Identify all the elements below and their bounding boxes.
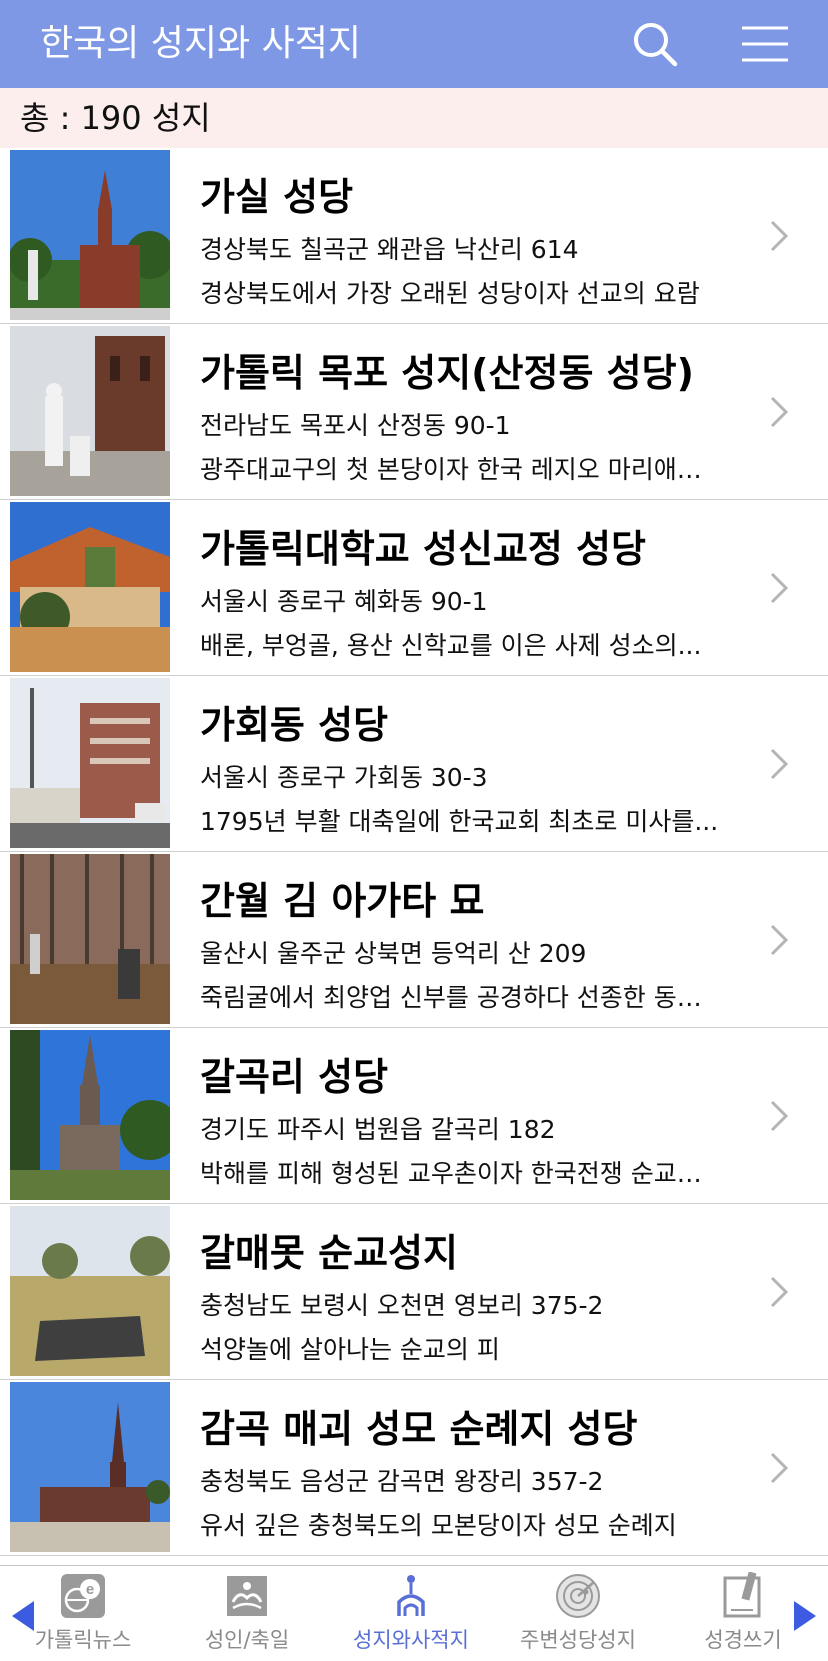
site-description: 경상북도에서 가장 오래된 성당이자 선교의 요람 bbox=[200, 279, 700, 308]
chevron-right-icon bbox=[770, 748, 789, 780]
site-thumbnail bbox=[10, 678, 170, 848]
site-address: 서울시 종로구 가회동 30-3 bbox=[200, 763, 488, 792]
site-description: 유서 깊은 충청북도의 모본당이자 성모 순례지 bbox=[200, 1511, 677, 1540]
site-name: 감곡 매괴 성모 순례지 성당 bbox=[200, 1407, 638, 1451]
site-thumbnail bbox=[10, 502, 170, 672]
site-address: 서울시 종로구 혜화동 90-1 bbox=[200, 587, 488, 616]
chevron-right-icon bbox=[770, 1100, 789, 1132]
tab-label: 성인/축일 bbox=[204, 1628, 290, 1652]
search-icon bbox=[634, 23, 678, 67]
site-description: 배론, 부엉골, 용산 신학교를 이은 사제 성소의... bbox=[200, 631, 702, 660]
app-root: 한국의 성지와 사적지 총 : 190 성지 가실 성당 경상북도 칠곡군 왜관… bbox=[0, 0, 828, 1661]
count-bar: 총 : 190 성지 bbox=[0, 88, 828, 148]
site-name: 간월 김 아가타 묘 bbox=[200, 879, 485, 923]
hamburger-menu-icon bbox=[742, 26, 788, 62]
list-item[interactable]: 감곡 매괴 성모 순례지 성당 충청북도 음성군 감곡면 왕장리 357-2 유… bbox=[0, 1380, 828, 1556]
site-name: 가톨릭대학교 성신교정 성당 bbox=[200, 527, 646, 571]
site-thumbnail bbox=[10, 854, 170, 1024]
list-item[interactable]: 가톨릭 목포 성지(산정동 성당) 전라남도 목포시 산정동 90-1 광주대교… bbox=[0, 324, 828, 500]
site-count-label: 총 : 190 성지 bbox=[20, 99, 211, 137]
site-thumbnail bbox=[10, 150, 170, 320]
search-button[interactable] bbox=[625, 14, 685, 74]
site-list[interactable]: 가실 성당 경상북도 칠곡군 왜관읍 낙산리 614 경상북도에서 가장 오래된… bbox=[0, 148, 828, 1565]
list-item[interactable]: 가톨릭대학교 성신교정 성당 서울시 종로구 혜화동 90-1 배론, 부엉골,… bbox=[0, 500, 828, 676]
site-address: 충청북도 음성군 감곡면 왕장리 357-2 bbox=[200, 1467, 604, 1496]
tab-label: 주변성당성지 bbox=[520, 1628, 636, 1652]
list-item[interactable]: 가회동 성당 서울시 종로구 가회동 30-3 1795년 부활 대축일에 한국… bbox=[0, 676, 828, 852]
scroll-right-arrow-icon[interactable] bbox=[792, 1599, 818, 1633]
chevron-right-icon bbox=[770, 924, 789, 956]
tab-nearby-churches[interactable]: 주변성당성지 bbox=[503, 1572, 653, 1660]
radar-icon bbox=[556, 1574, 600, 1618]
site-address: 충청남도 보령시 오천면 영보리 375-2 bbox=[200, 1291, 604, 1320]
site-name: 갈매못 순교성지 bbox=[200, 1231, 458, 1275]
bible-writing-icon bbox=[723, 1572, 761, 1618]
site-thumbnail bbox=[10, 1382, 170, 1552]
site-thumbnail bbox=[10, 1206, 170, 1376]
holy-site-icon bbox=[397, 1575, 425, 1616]
menu-button[interactable] bbox=[735, 14, 795, 74]
site-description: 광주대교구의 첫 본당이자 한국 레지오 마리애… bbox=[200, 455, 702, 484]
tab-holy-sites[interactable]: 성지와사적지 bbox=[336, 1572, 486, 1660]
site-description: 박해를 피해 형성된 교우촌이자 한국전쟁 순교… bbox=[200, 1159, 702, 1188]
list-item[interactable]: 갈매못 순교성지 충청남도 보령시 오천면 영보리 375-2 석양놀에 살아나… bbox=[0, 1204, 828, 1380]
list-item[interactable]: 갈곡리 성당 경기도 파주시 법원읍 갈곡리 182 박해를 피해 형성된 교우… bbox=[0, 1028, 828, 1204]
bottom-tab-bar: e 가톨릭뉴스 성인/축일 성지와사적지 주변성당성지 성경쓰기 bbox=[0, 1565, 828, 1661]
chevron-right-icon bbox=[770, 396, 789, 428]
site-description: 1795년 부활 대축일에 한국교회 최초로 미사를... bbox=[200, 807, 719, 836]
site-description: 석양놀에 살아나는 순교의 피 bbox=[200, 1335, 500, 1364]
list-item[interactable]: 가실 성당 경상북도 칠곡군 왜관읍 낙산리 614 경상북도에서 가장 오래된… bbox=[0, 148, 828, 324]
site-name: 가실 성당 bbox=[200, 175, 354, 219]
saints-icon bbox=[227, 1576, 267, 1616]
tab-catholic-news[interactable]: e 가톨릭뉴스 bbox=[8, 1572, 158, 1660]
chevron-right-icon bbox=[770, 1276, 789, 1308]
site-address: 울산시 울주군 상북면 등억리 산 209 bbox=[200, 939, 587, 968]
site-description: 죽림굴에서 최양업 신부를 공경하다 선종한 동… bbox=[200, 983, 702, 1012]
chevron-right-icon bbox=[770, 572, 789, 604]
site-name: 갈곡리 성당 bbox=[200, 1055, 389, 1099]
chevron-right-icon bbox=[770, 1452, 789, 1484]
tab-saints-feasts[interactable]: 성인/축일 bbox=[172, 1572, 322, 1660]
site-thumbnail bbox=[10, 326, 170, 496]
news-e-globe-icon: e bbox=[61, 1574, 105, 1618]
chevron-right-icon bbox=[770, 220, 789, 252]
site-thumbnail bbox=[10, 1030, 170, 1200]
tab-label: 가톨릭뉴스 bbox=[34, 1628, 132, 1652]
site-name: 가톨릭 목포 성지(산정동 성당) bbox=[200, 351, 694, 395]
svg-text:e: e bbox=[86, 1581, 94, 1598]
site-address: 경기도 파주시 법원읍 갈곡리 182 bbox=[200, 1115, 556, 1144]
site-address: 경상북도 칠곡군 왜관읍 낙산리 614 bbox=[200, 235, 579, 264]
tab-label: 성지와사적지 bbox=[353, 1628, 469, 1652]
list-item[interactable]: 간월 김 아가타 묘 울산시 울주군 상북면 등억리 산 209 죽림굴에서 최… bbox=[0, 852, 828, 1028]
site-address: 전라남도 목포시 산정동 90-1 bbox=[200, 411, 511, 440]
site-name: 가회동 성당 bbox=[200, 703, 389, 747]
page-title: 한국의 성지와 사적지 bbox=[40, 23, 361, 64]
app-header: 한국의 성지와 사적지 bbox=[0, 0, 828, 88]
